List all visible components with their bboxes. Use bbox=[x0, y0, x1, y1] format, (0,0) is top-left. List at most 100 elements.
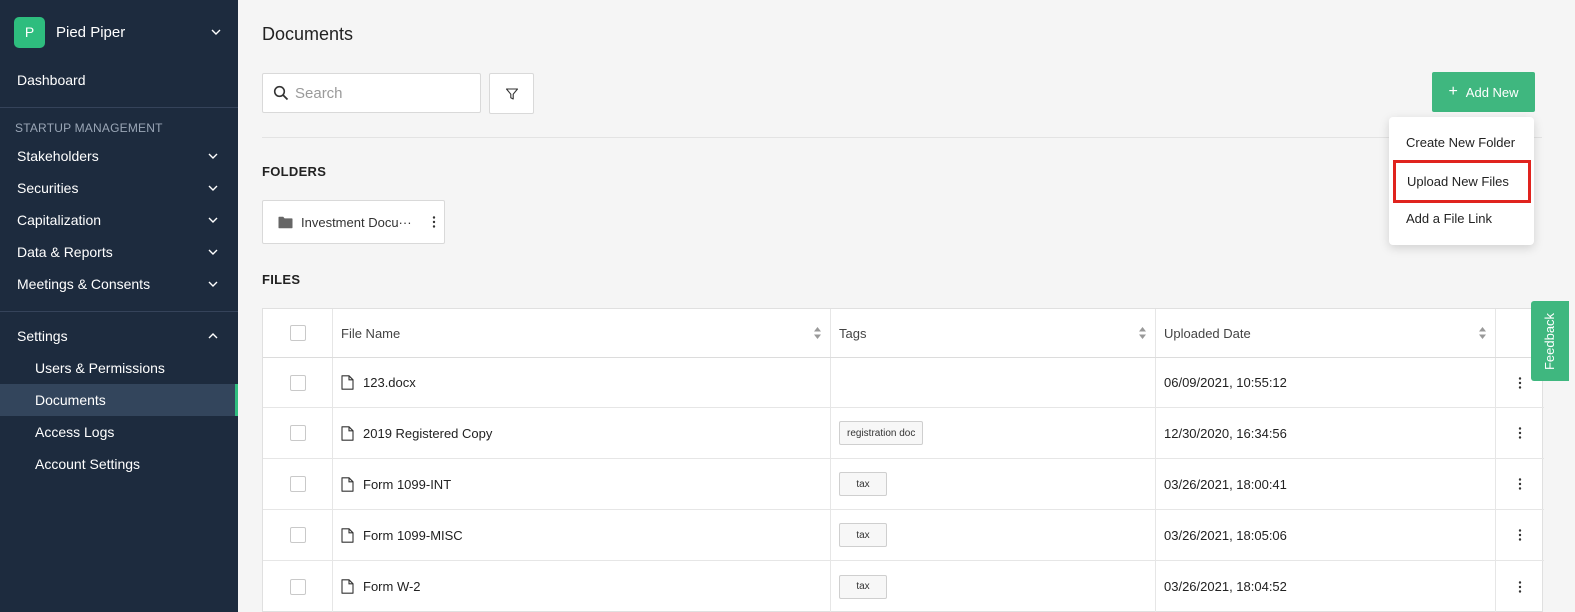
sort-icon bbox=[1479, 327, 1486, 339]
table-row[interactable]: 2019 Registered Copy registration doc 12… bbox=[263, 408, 1544, 459]
chevron-up-icon bbox=[205, 328, 221, 344]
uploaded-date: 03/26/2021, 18:00:41 bbox=[1164, 476, 1287, 492]
sidebar-item-documents[interactable]: Documents bbox=[0, 384, 238, 416]
file-name-cell: Form 1099-INT bbox=[333, 459, 831, 509]
row-check-cell bbox=[263, 408, 333, 458]
divider bbox=[262, 137, 1542, 138]
menu-add-file-link[interactable]: Add a File Link bbox=[1389, 199, 1534, 237]
search-input[interactable] bbox=[295, 84, 475, 102]
nav-securities-label: Securities bbox=[17, 180, 79, 196]
table-row[interactable]: Form 1099-INT tax 03/26/2021, 18:00:41 bbox=[263, 459, 1544, 510]
tags-cell bbox=[831, 358, 1156, 407]
menu-upload-new-files[interactable]: Upload New Files bbox=[1393, 160, 1531, 203]
table-row[interactable]: Form 1099-MISC tax 03/26/2021, 18:05:06 bbox=[263, 510, 1544, 561]
nav-data-reports[interactable]: Data & Reports bbox=[0, 236, 238, 268]
plus-icon: + bbox=[1448, 83, 1458, 100]
tags-cell: tax bbox=[831, 459, 1156, 509]
folder-name: Investment Docu··· bbox=[301, 214, 412, 230]
nav-securities[interactable]: Securities bbox=[0, 172, 238, 204]
org-avatar: P bbox=[14, 16, 45, 48]
chevron-down-icon bbox=[205, 276, 221, 292]
file-name-cell: 123.docx bbox=[333, 358, 831, 407]
tag-badge[interactable]: tax bbox=[839, 574, 887, 599]
add-new-label: Add New bbox=[1465, 84, 1519, 100]
file-icon bbox=[341, 527, 354, 543]
row-checkbox[interactable] bbox=[289, 476, 306, 492]
tag-badge[interactable]: tax bbox=[839, 523, 887, 547]
sidebar-item-account-settings[interactable]: Account Settings bbox=[0, 448, 238, 480]
table-header: File Name Tags Uploaded Date bbox=[263, 309, 1544, 358]
uploaded-date: 03/26/2021, 18:05:06 bbox=[1164, 527, 1287, 543]
org-switcher[interactable]: P Pied Piper bbox=[0, 0, 238, 64]
file-name[interactable]: Form 1099-INT bbox=[363, 477, 451, 492]
file-name-cell: Form W-2 bbox=[333, 561, 831, 612]
search-box[interactable] bbox=[262, 73, 481, 113]
header-file-name[interactable]: File Name bbox=[333, 309, 831, 357]
sort-icon bbox=[1139, 327, 1146, 339]
row-actions[interactable] bbox=[1496, 459, 1544, 509]
date-cell: 12/30/2020, 16:34:56 bbox=[1156, 408, 1496, 458]
chevron-down-icon bbox=[205, 244, 221, 260]
row-checkbox[interactable] bbox=[289, 578, 306, 595]
nav-capitalization[interactable]: Capitalization bbox=[0, 204, 238, 236]
uploaded-date: 03/26/2021, 18:04:52 bbox=[1164, 579, 1287, 594]
date-cell: 06/09/2021, 10:55:12 bbox=[1156, 358, 1496, 407]
file-name[interactable]: 2019 Registered Copy bbox=[363, 426, 492, 441]
kebab-icon bbox=[1518, 478, 1522, 490]
section-title: STARTUP MANAGEMENT bbox=[15, 121, 163, 135]
row-actions[interactable] bbox=[1496, 510, 1544, 560]
nav-dashboard-label: Dashboard bbox=[17, 72, 86, 88]
tags-cell: registration doc bbox=[831, 408, 1156, 458]
search-icon bbox=[273, 85, 289, 101]
files-table: File Name Tags Uploaded Date 123.docx 06… bbox=[262, 308, 1544, 612]
file-name[interactable]: Form 1099-MISC bbox=[363, 528, 463, 543]
file-name[interactable]: Form W-2 bbox=[363, 579, 421, 594]
folder-card[interactable]: Investment Docu··· bbox=[262, 200, 445, 244]
sidebar: P Pied Piper Dashboard STARTUP MANAGEMEN… bbox=[0, 0, 238, 612]
page-title: Documents bbox=[262, 24, 354, 44]
tag-badge[interactable]: tax bbox=[839, 472, 887, 496]
header-tags[interactable]: Tags bbox=[831, 309, 1156, 357]
folder-icon bbox=[278, 216, 293, 228]
table-row[interactable]: Form W-2 tax 03/26/2021, 18:04:52 bbox=[263, 561, 1544, 612]
header-file-name-label: File Name bbox=[341, 325, 401, 341]
filter-button[interactable] bbox=[489, 73, 534, 114]
tag-badge[interactable]: registration doc bbox=[839, 421, 924, 445]
sidebar-divider bbox=[0, 311, 238, 312]
row-checkbox[interactable] bbox=[289, 527, 306, 543]
nav-dashboard[interactable]: Dashboard bbox=[0, 64, 238, 96]
feedback-tab[interactable]: Feedback bbox=[1531, 301, 1569, 381]
sidebar-item-access-logs[interactable]: Access Logs bbox=[0, 416, 238, 448]
table-row[interactable]: 123.docx 06/09/2021, 10:55:12 bbox=[263, 358, 1544, 408]
add-new-button[interactable]: + Add New bbox=[1432, 72, 1535, 112]
nav-settings-label: Settings bbox=[17, 328, 68, 344]
header-uploaded-date[interactable]: Uploaded Date bbox=[1156, 309, 1496, 357]
file-name[interactable]: 123.docx bbox=[363, 375, 416, 390]
nav-stakeholders[interactable]: Stakeholders bbox=[0, 140, 238, 172]
nav-capitalization-label: Capitalization bbox=[17, 212, 102, 228]
date-cell: 03/26/2021, 18:04:52 bbox=[1156, 561, 1496, 612]
kebab-icon bbox=[1518, 376, 1522, 389]
folders-heading: FOLDERS bbox=[262, 164, 327, 179]
header-uploaded-date-label: Uploaded Date bbox=[1164, 325, 1251, 341]
row-check-cell bbox=[263, 459, 333, 509]
menu-create-new-folder[interactable]: Create New Folder bbox=[1389, 123, 1534, 161]
sidebar-item-users-permissions[interactable]: Users & Permissions bbox=[0, 352, 238, 384]
row-actions[interactable] bbox=[1496, 561, 1544, 612]
nav-stakeholders-label: Stakeholders bbox=[17, 148, 99, 164]
file-icon bbox=[341, 579, 354, 594]
select-all-checkbox[interactable] bbox=[289, 325, 306, 341]
chevron-down-icon bbox=[205, 180, 221, 196]
file-icon bbox=[341, 425, 354, 441]
row-checkbox[interactable] bbox=[289, 374, 306, 391]
row-checkbox[interactable] bbox=[289, 425, 306, 441]
nav-meetings-consents[interactable]: Meetings & Consents bbox=[0, 268, 238, 300]
uploaded-date: 12/30/2020, 16:34:56 bbox=[1164, 425, 1287, 441]
nav-data-reports-label: Data & Reports bbox=[17, 244, 113, 260]
files-heading: FILES bbox=[262, 272, 301, 287]
nav-settings[interactable]: Settings bbox=[0, 320, 238, 352]
file-icon bbox=[341, 476, 354, 492]
chevron-down-icon bbox=[208, 24, 224, 40]
kebab-icon[interactable] bbox=[424, 216, 444, 228]
row-actions[interactable] bbox=[1496, 408, 1544, 458]
